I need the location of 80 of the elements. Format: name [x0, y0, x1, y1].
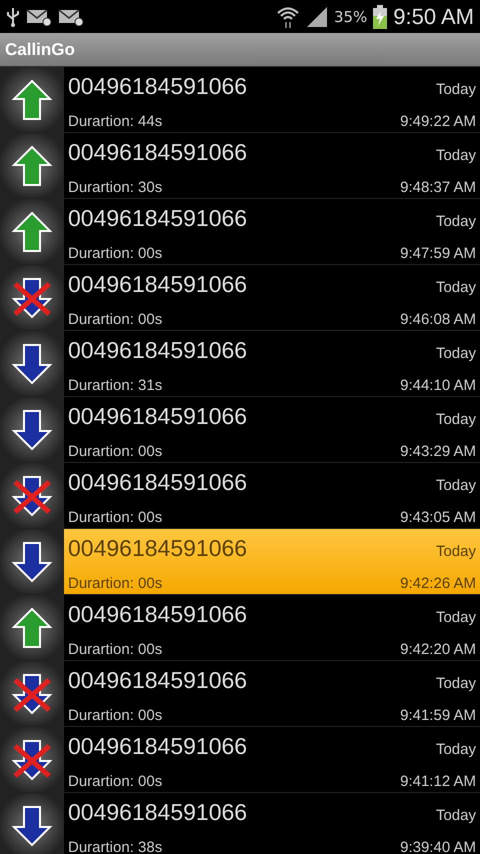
call-duration: Durartion: 00s [68, 509, 162, 526]
phone-number: 00496184591066 [68, 469, 248, 496]
call-log-row[interactable]: 00496184591066 Today Durartion: 31s 9:44:10 AM [0, 331, 480, 397]
call-duration: Durartion: 00s [68, 707, 162, 724]
call-duration: Durartion: 38s [68, 839, 162, 854]
outgoing-arrow-icon [10, 210, 54, 254]
call-duration: Durartion: 00s [68, 245, 162, 262]
call-time: 9:47:59 AM [400, 245, 476, 262]
call-log-row[interactable]: 00496184591066 Today Durartion: 00s 9:43:29 AM [0, 397, 480, 463]
call-duration: Durartion: 00s [68, 773, 162, 790]
call-time: 9:42:20 AM [400, 641, 476, 658]
call-log-row[interactable]: 00496184591066 Today Durartion: 00s 9:42:26 AM [0, 529, 480, 595]
call-log-row[interactable]: 00496184591066 Today Durartion: 00s 9:41:12 AM [0, 727, 480, 793]
incoming-arrow-icon [10, 408, 54, 452]
phone-number: 00496184591066 [68, 337, 248, 364]
call-log-row[interactable]: 00496184591066 Today Durartion: 00s 9:42:20 AM [0, 595, 480, 661]
call-time: 9:46:08 AM [400, 311, 476, 328]
phone-number: 00496184591066 [68, 403, 248, 430]
call-day: Today [436, 477, 476, 494]
phone-number: 00496184591066 [68, 139, 248, 166]
call-log-row[interactable]: 00496184591066 Today Durartion: 00s 9:41:59 AM [0, 661, 480, 727]
call-time: 9:43:29 AM [400, 443, 476, 460]
mail-icon [26, 8, 52, 26]
call-time: 9:49:22 AM [400, 113, 476, 130]
phone-number: 00496184591066 [68, 601, 248, 628]
call-day: Today [436, 543, 476, 560]
clock: 9:50 AM [393, 4, 474, 30]
phone-number: 00496184591066 [68, 535, 248, 562]
call-day: Today [436, 279, 476, 296]
call-day: Today [436, 411, 476, 428]
signal-icon [306, 6, 328, 28]
call-log-row[interactable]: 00496184591066 Today Durartion: 00s 9:43:05 AM [0, 463, 480, 529]
app-title: CallinGo [5, 40, 75, 60]
call-time: 9:41:12 AM [400, 773, 476, 790]
outgoing-arrow-icon [10, 144, 54, 188]
outgoing-arrow-icon [10, 78, 54, 122]
outgoing-arrow-icon [10, 606, 54, 650]
call-day: Today [436, 609, 476, 626]
call-log-row[interactable]: 00496184591066 Today Durartion: 30s 9:48:37 AM [0, 133, 480, 199]
missed-call-icon [10, 672, 54, 716]
wifi-icon [276, 4, 300, 28]
incoming-arrow-icon [10, 540, 54, 584]
call-log-row[interactable]: 00496184591066 Today Durartion: 00s 9:47:59 AM [0, 199, 480, 265]
call-day: Today [436, 741, 476, 758]
missed-call-icon [10, 738, 54, 782]
call-duration: Durartion: 00s [68, 575, 162, 592]
call-time: 9:48:37 AM [400, 179, 476, 196]
missed-call-icon [10, 276, 54, 320]
mail-icon [58, 8, 84, 26]
battery-charging-icon [373, 4, 388, 28]
call-day: Today [436, 147, 476, 164]
call-duration: Durartion: 30s [68, 179, 162, 196]
phone-number: 00496184591066 [68, 205, 248, 232]
call-day: Today [436, 675, 476, 692]
call-time: 9:39:40 AM [400, 839, 476, 854]
call-time: 9:42:26 AM [400, 575, 476, 592]
missed-call-icon [10, 474, 54, 518]
call-duration: Durartion: 00s [68, 443, 162, 460]
call-duration: Durartion: 00s [68, 311, 162, 328]
incoming-arrow-icon [10, 804, 54, 848]
phone-number: 00496184591066 [68, 799, 248, 826]
call-duration: Durartion: 00s [68, 641, 162, 658]
phone-number: 00496184591066 [68, 271, 248, 298]
battery-percent: 35% [334, 8, 368, 26]
call-day: Today [436, 345, 476, 362]
call-time: 9:41:59 AM [400, 707, 476, 724]
phone-number: 00496184591066 [68, 667, 248, 694]
call-time: 9:44:10 AM [400, 377, 476, 394]
incoming-arrow-icon [10, 342, 54, 386]
call-log-row[interactable]: 00496184591066 Today Durartion: 00s 9:46:08 AM [0, 265, 480, 331]
call-day: Today [436, 213, 476, 230]
usb-icon [6, 6, 20, 26]
call-duration: Durartion: 31s [68, 377, 162, 394]
call-day: Today [436, 807, 476, 824]
call-day: Today [436, 81, 476, 98]
call-duration: Durartion: 44s [68, 113, 162, 130]
phone-number: 00496184591066 [68, 733, 248, 760]
call-time: 9:43:05 AM [400, 509, 476, 526]
phone-number: 00496184591066 [68, 73, 248, 100]
call-log-row[interactable]: 00496184591066 Today Durartion: 44s 9:49:22 AM [0, 67, 480, 133]
